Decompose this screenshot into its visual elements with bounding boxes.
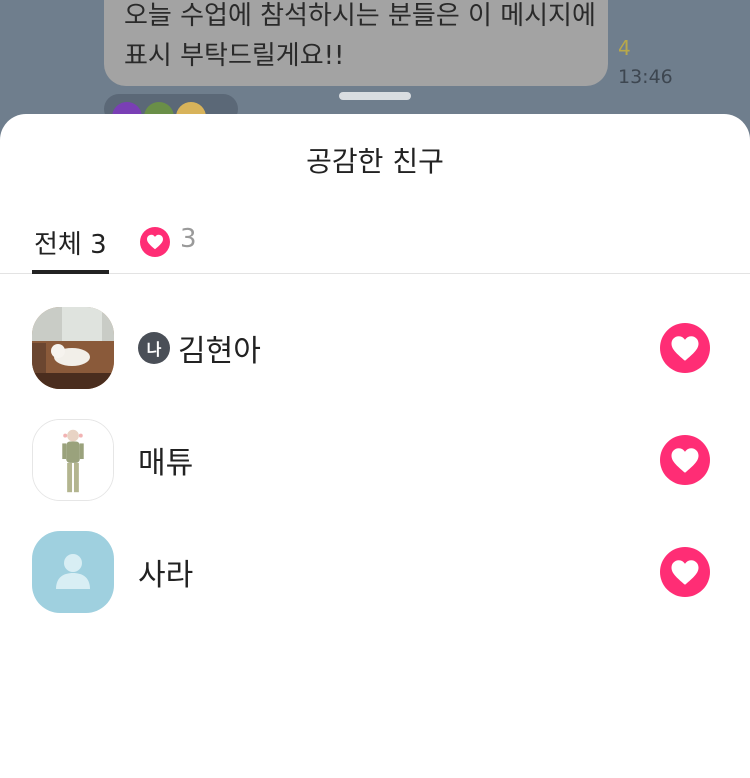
default-avatar-icon[interactable] — [32, 531, 114, 613]
avatar[interactable] — [32, 419, 114, 501]
me-badge: 나 — [138, 332, 170, 364]
message-time: 13:46 — [618, 66, 673, 88]
friend-name: 김현아 — [178, 334, 261, 369]
tab-all[interactable]: 전체 3 — [32, 224, 109, 274]
sheet-title: 공감한 친구 — [306, 145, 444, 178]
heart-icon — [140, 227, 170, 257]
active-tab-indicator — [32, 270, 109, 274]
reactions-sheet: 공감한 친구 전체 3 3 나 김현아 매튜 사라 — [0, 114, 750, 778]
message-line: 표시 부탁드릴게요!! — [124, 41, 345, 71]
list-item[interactable]: 나 김현아 — [0, 296, 750, 408]
tab-heart[interactable]: 3 — [140, 224, 197, 274]
friend-name: 매튜 — [138, 446, 194, 481]
message-bubble: 오늘 수업에 참석하시는 분들은 이 메시지에 표시 부탁드릴게요!! — [104, 0, 608, 86]
message-line: 오늘 수업에 참석하시는 분들은 이 메시지에 — [124, 1, 596, 31]
friend-list: 나 김현아 매튜 사라 — [0, 296, 750, 632]
list-item[interactable]: 사라 — [0, 520, 750, 632]
unread-count: 4 — [618, 36, 631, 60]
sheet-drag-handle[interactable] — [339, 92, 411, 100]
heart-reaction-icon[interactable] — [660, 547, 710, 597]
tab-heart-count: 3 — [180, 224, 197, 254]
tab-all-label: 전체 3 — [34, 230, 107, 260]
avatar[interactable] — [32, 307, 114, 389]
list-item[interactable]: 매튜 — [0, 408, 750, 520]
heart-reaction-icon[interactable] — [660, 323, 710, 373]
heart-reaction-icon[interactable] — [660, 435, 710, 485]
reaction-tabs: 전체 3 3 — [0, 204, 750, 274]
friend-name: 사라 — [138, 558, 194, 593]
